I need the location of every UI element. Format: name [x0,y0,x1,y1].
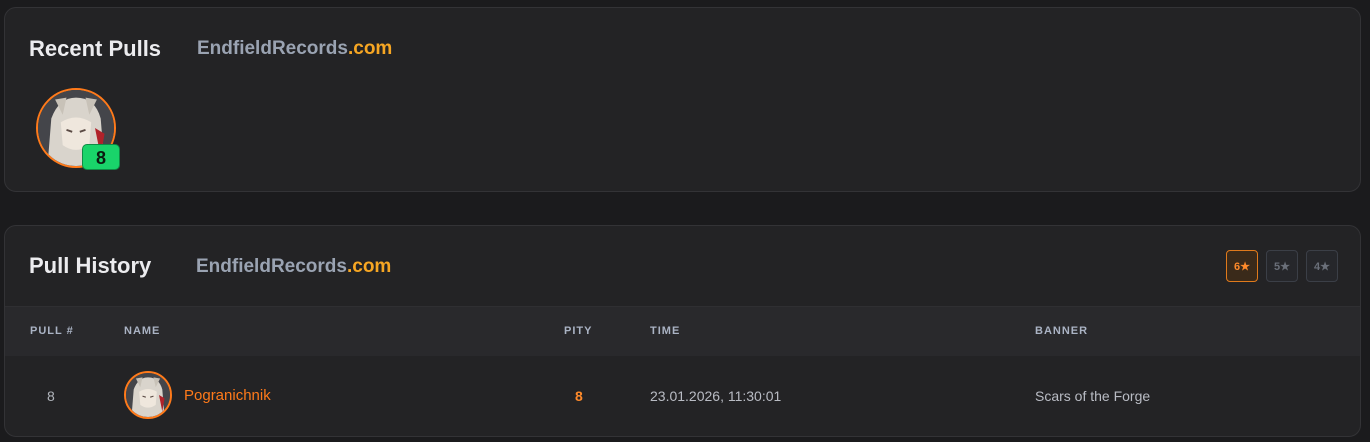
column-header-name[interactable]: NAME [124,325,160,337]
filter-6-star[interactable]: 6★ [1226,250,1258,282]
table-row[interactable]: 8 Pogranichnik 8 23.01.2026, 11:30:01 Sc… [5,355,1360,436]
pull-history-card: Pull History EndfieldRecords.com 6★ 5★ 4… [4,225,1361,437]
pity-badge: 8 [82,144,120,170]
brand-name: EndfieldRecords [196,256,347,277]
recent-pull-item[interactable]: 8 [36,88,120,172]
pity-value: 8 [575,388,583,404]
filter-4-star[interactable]: 4★ [1306,250,1338,282]
column-header-pity[interactable]: PITY [564,325,592,337]
filter-5-star[interactable]: 5★ [1266,250,1298,282]
brand-tld: .com [346,256,392,277]
column-header-banner[interactable]: BANNER [1035,325,1088,337]
operator-portrait-icon [126,373,170,417]
column-header-pull[interactable]: PULL # [30,325,74,337]
pull-number: 8 [47,388,55,404]
recent-pulls-title: Recent Pulls [29,36,162,61]
banner-name: Scars of the Forge [1035,388,1151,404]
brand-logo[interactable]: EndfieldRecords.com [196,256,391,278]
operator-avatar [124,371,172,419]
brand-logo[interactable]: EndfieldRecords.com [197,38,392,60]
brand-name: EndfieldRecords [197,38,348,59]
column-header-time[interactable]: TIME [650,325,680,337]
recent-pulls-card: Recent Pulls EndfieldRecords.com 8 [4,7,1361,192]
operator-name[interactable]: Pogranichnik [184,387,271,404]
table-header: PULL # NAME PITY TIME BANNER [5,306,1360,356]
operator-cell: Pogranichnik [124,371,271,419]
pull-time: 23.01.2026, 11:30:01 [650,388,782,404]
brand-tld: .com [347,38,393,59]
pull-history-title: Pull History [29,253,152,278]
rarity-filters: 6★ 5★ 4★ [1226,250,1338,282]
